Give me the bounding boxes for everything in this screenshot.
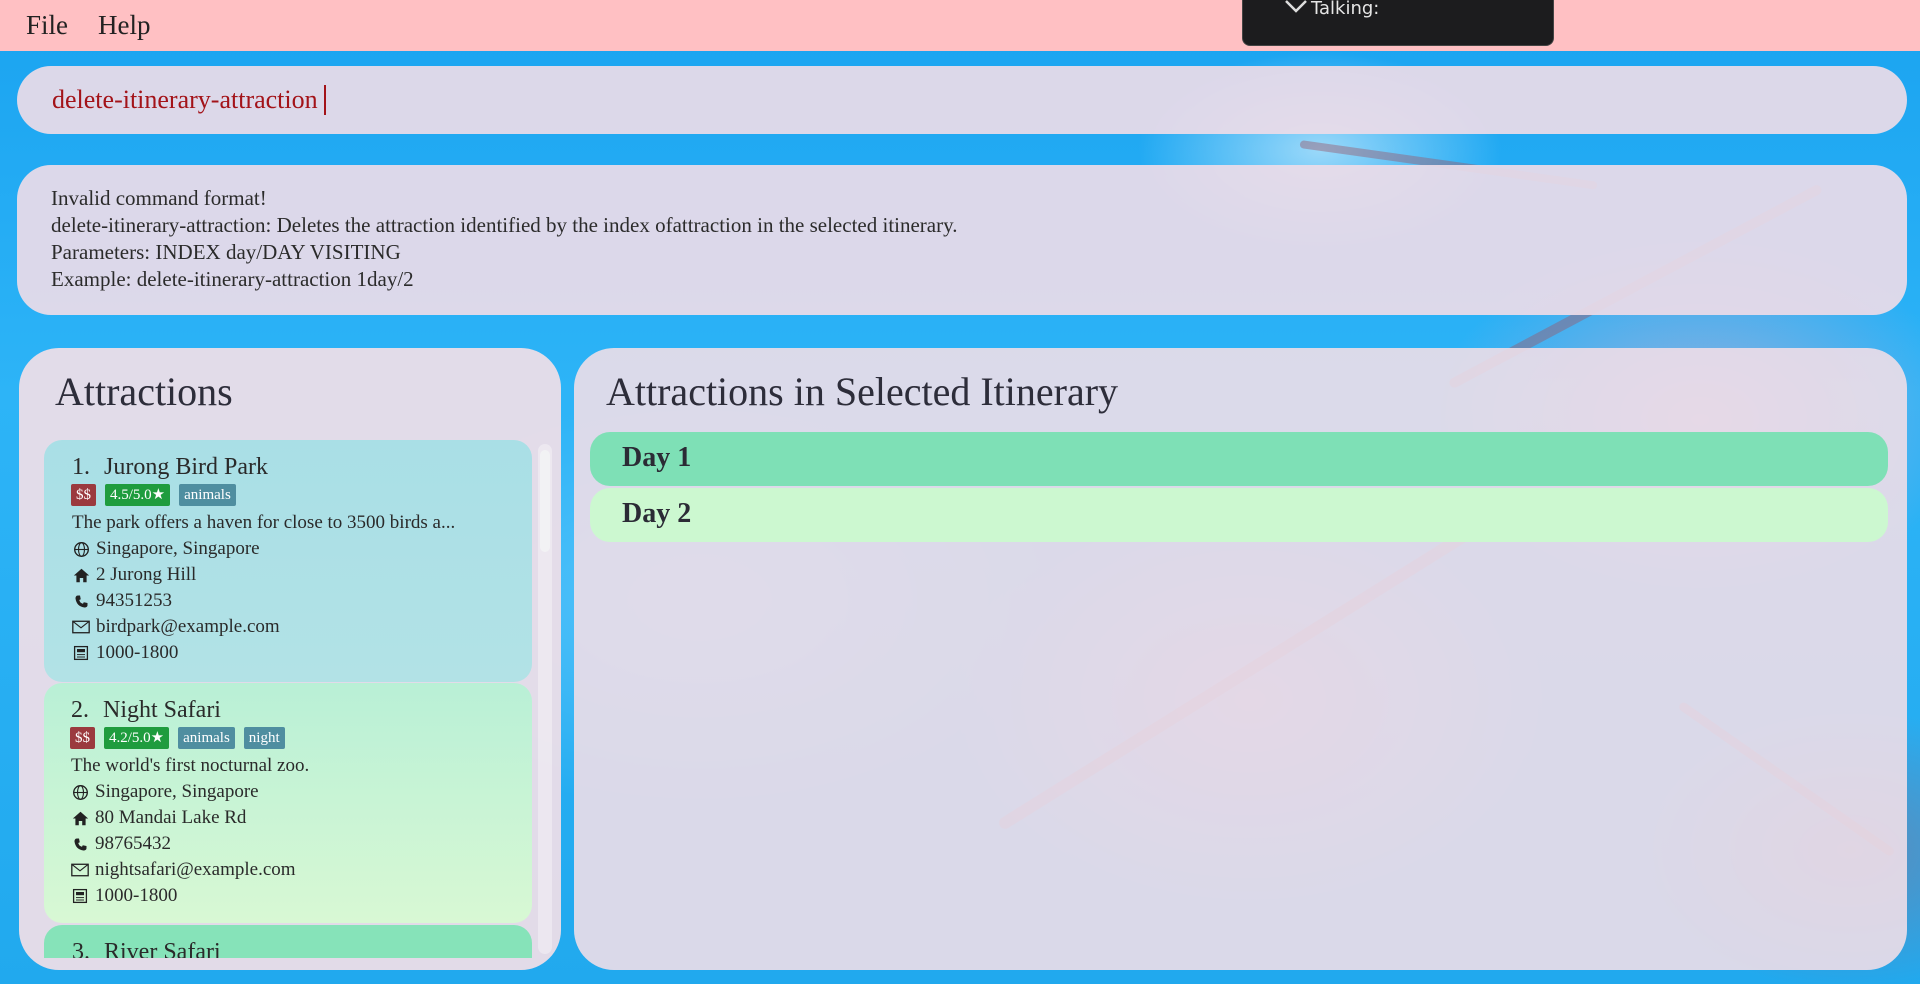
phone-icon <box>72 592 90 610</box>
globe-icon <box>71 783 89 801</box>
talking-label: Talking: <box>1311 0 1380 19</box>
attraction-tags: $$ 4.2/5.0★ animals night <box>70 727 532 749</box>
attraction-description: The park offers a haven for close to 350… <box>72 512 456 533</box>
attractions-title: Attractions <box>55 369 233 414</box>
category-tag: animals <box>178 727 235 749</box>
attraction-email: birdpark@example.com <box>72 614 532 640</box>
price-badge: $$ <box>70 727 95 749</box>
attraction-hours: 1000-1800 <box>72 640 532 666</box>
email-icon <box>72 618 90 636</box>
attraction-tags: $$ 4.5/5.0★ animals <box>71 484 532 506</box>
result-display: Invalid command format! delete-itinerary… <box>17 165 1907 315</box>
attraction-address: 80 Mandai Lake Rd <box>71 805 532 831</box>
attraction-name: Night Safari <box>103 697 221 723</box>
category-tag: animals <box>179 484 236 506</box>
result-line: Example: delete-itinerary-attraction 1da… <box>51 267 414 291</box>
attraction-phone: 94351253 <box>72 588 532 614</box>
attraction-card[interactable]: 1. Jurong Bird Park $$ 4.5/5.0★ animals … <box>44 440 532 682</box>
location-text: Singapore, Singapore <box>96 538 260 559</box>
attraction-card[interactable]: 3. River Safari <box>44 925 532 958</box>
day-item[interactable]: Day 2 <box>590 488 1888 542</box>
attractions-list[interactable]: 1. Jurong Bird Park $$ 4.5/5.0★ animals … <box>44 440 534 958</box>
rating-badge: 4.5/5.0★ <box>105 484 171 506</box>
home-icon <box>72 566 90 584</box>
menu-bar: File Help <box>0 0 1920 51</box>
talking-overlay: Talking: <box>1242 0 1554 46</box>
command-text: delete-itinerary-attraction <box>52 85 318 114</box>
phone-text: 98765432 <box>95 833 171 854</box>
attractions-panel: Attractions 1. Jurong Bird Park $$ 4.5/5… <box>19 348 561 970</box>
attraction-address: 2 Jurong Hill <box>72 562 532 588</box>
attraction-title: 2. Night Safari <box>71 697 532 724</box>
attraction-card[interactable]: 2. Night Safari $$ 4.2/5.0★ animals nigh… <box>44 683 532 923</box>
address-text: 2 Jurong Hill <box>96 564 197 585</box>
attraction-index: 1. <box>72 454 90 480</box>
address-text: 80 Mandai Lake Rd <box>95 807 247 828</box>
email-text: birdpark@example.com <box>96 616 280 637</box>
category-tag: night <box>243 727 285 749</box>
hours-icon <box>71 887 89 905</box>
attraction-phone: 98765432 <box>71 831 532 857</box>
menu-file[interactable]: File <box>26 10 68 41</box>
result-line: Parameters: INDEX day/DAY VISITING <box>51 240 401 264</box>
result-line: delete-itinerary-attraction: Deletes the… <box>51 213 958 237</box>
attraction-title: 1. Jurong Bird Park <box>72 454 532 481</box>
attraction-location: Singapore, Singapore <box>71 779 532 805</box>
result-line: Invalid command format! <box>51 186 267 210</box>
attraction-index: 3. <box>72 939 90 958</box>
attraction-title: 3. River Safari <box>72 939 532 958</box>
attraction-location: Singapore, Singapore <box>72 536 532 562</box>
email-icon <box>71 861 89 879</box>
day-item[interactable]: Day 1 <box>590 432 1888 486</box>
hours-text: 1000-1800 <box>95 885 178 906</box>
hours-text: 1000-1800 <box>96 642 179 663</box>
attraction-index: 2. <box>71 697 89 723</box>
menu-help[interactable]: Help <box>98 10 150 41</box>
price-badge: $$ <box>71 484 96 506</box>
attraction-email: nightsafari@example.com <box>71 857 532 883</box>
attraction-name: Jurong Bird Park <box>104 454 268 480</box>
hours-icon <box>72 644 90 662</box>
attractions-scrollbar[interactable] <box>538 444 552 954</box>
phone-icon <box>71 835 89 853</box>
rating-badge: 4.2/5.0★ <box>104 727 170 749</box>
attraction-description: The world's first nocturnal zoo. <box>71 755 310 776</box>
scrollbar-thumb[interactable] <box>540 450 550 552</box>
home-icon <box>71 809 89 827</box>
attraction-name: River Safari <box>104 939 221 958</box>
text-caret <box>323 85 326 115</box>
itinerary-panel: Attractions in Selected Itinerary Day 1 … <box>574 348 1907 970</box>
globe-icon <box>72 540 90 558</box>
itinerary-title: Attractions in Selected Itinerary <box>606 369 1119 414</box>
chevron-down-icon[interactable] <box>1283 0 1309 21</box>
email-text: nightsafari@example.com <box>95 859 296 880</box>
phone-text: 94351253 <box>96 590 172 611</box>
location-text: Singapore, Singapore <box>95 781 259 802</box>
attraction-hours: 1000-1800 <box>71 883 532 909</box>
command-input[interactable]: delete-itinerary-attraction <box>17 66 1907 134</box>
